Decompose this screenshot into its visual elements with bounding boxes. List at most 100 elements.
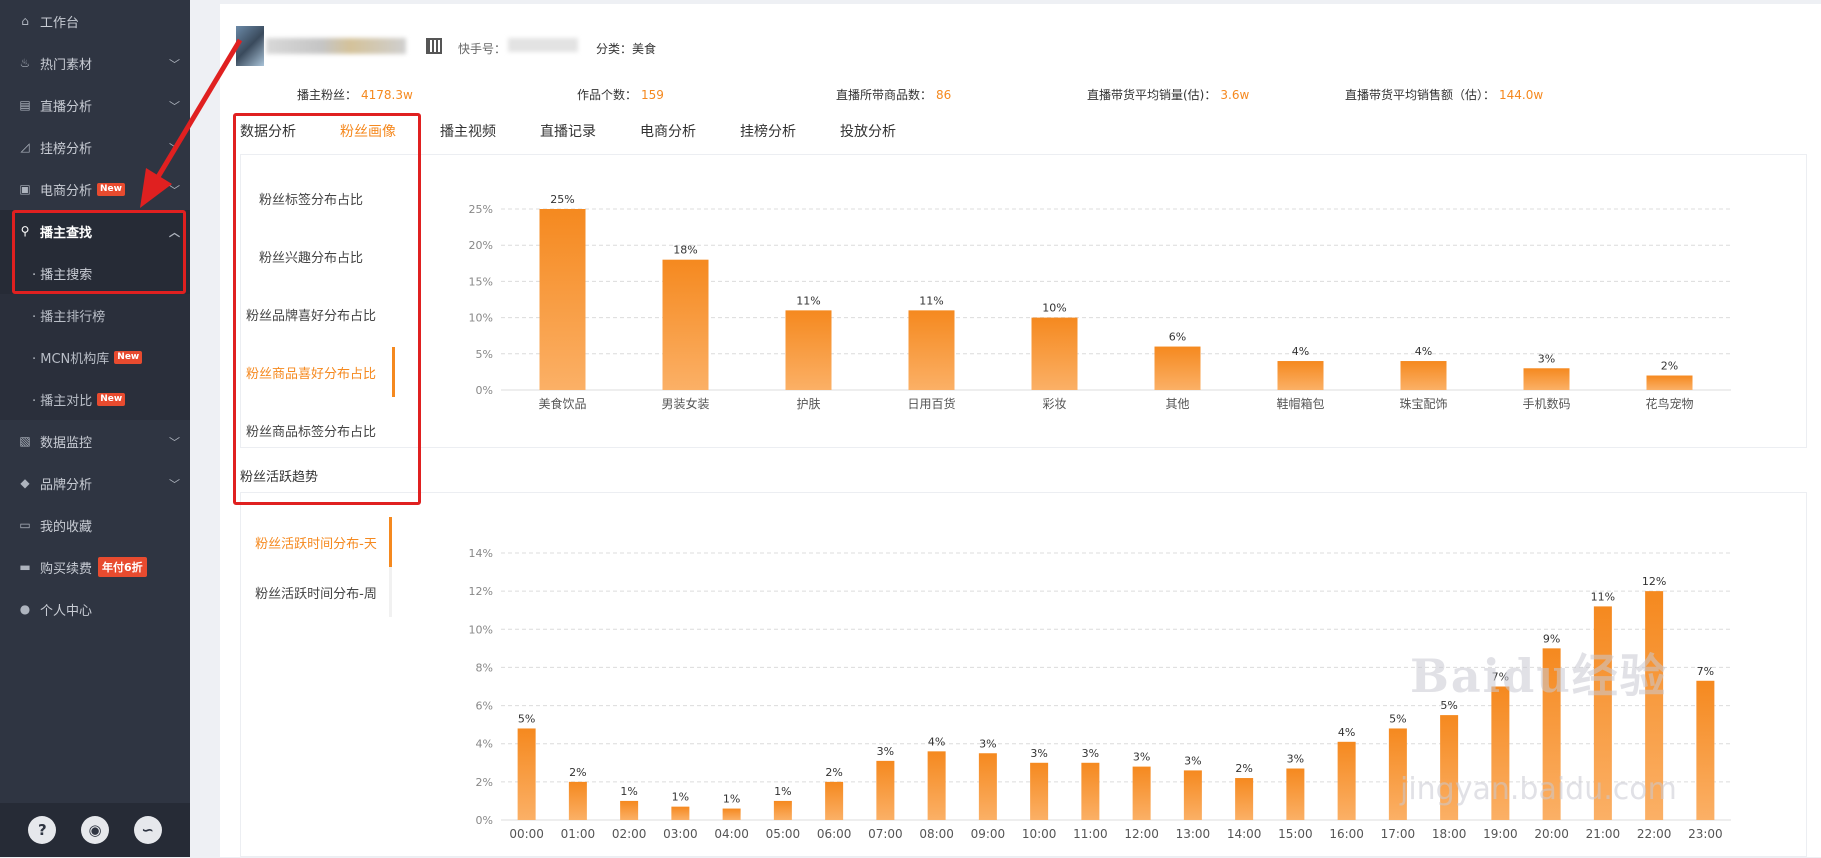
avatar: [236, 26, 264, 66]
sidebar-footer: ? ◉ ∽: [0, 803, 190, 857]
y-tick-label: 12%: [469, 585, 493, 598]
bar-value-label: 3%: [1538, 352, 1555, 365]
bar: [1030, 762, 1049, 820]
inactive-indicator: [389, 567, 392, 617]
activity-menu-item[interactable]: 粉丝活跃时间分布-周: [241, 583, 391, 602]
bar: [671, 806, 690, 820]
sidebar-item[interactable]: ▣ 电商分析 New ﹀: [0, 168, 190, 210]
bar: [722, 808, 741, 820]
stat-avg-revenue: 直播带货平均销售额（估）： 144.0w: [1345, 86, 1543, 103]
stat-label: 直播所带商品数：: [836, 88, 933, 102]
brand-icon: ◆: [20, 476, 30, 490]
flame-icon: ♨: [19, 56, 31, 70]
bar-value-label: 1%: [672, 791, 689, 804]
sidebar-item-label: 购买续费: [40, 561, 93, 577]
bar-value-label: 11%: [1591, 590, 1615, 603]
bar-value-label: 4%: [1415, 345, 1432, 358]
tab[interactable]: 电商分析: [640, 122, 696, 156]
kuaishou-id-label: 快手号：: [458, 42, 507, 56]
chevron-down-icon[interactable]: ﹀: [169, 140, 180, 156]
x-tick-label: 日用百货: [907, 396, 955, 411]
sidebar-item[interactable]: ◿ 挂榜分析 ﹀: [0, 126, 190, 168]
x-tick-label: 11:00: [1073, 827, 1108, 841]
sidebar-subitem[interactable]: · MCN机构库 New: [0, 336, 190, 378]
stat-label: 直播带货平均销售额（估）：: [1345, 88, 1496, 102]
watermark-url: jingyan.baidu.com: [1400, 772, 1677, 807]
bar-value-label: 6%: [1169, 331, 1186, 344]
profile-header: 快手号： 分类：美食: [220, 4, 1821, 82]
blurred-streamer-name: [266, 38, 406, 54]
bar-value-label: 4%: [928, 735, 945, 748]
sidebar-item[interactable]: ▭ 我的收藏: [0, 504, 190, 546]
x-tick-label: 17:00: [1381, 827, 1416, 841]
bar-value-label: 3%: [1030, 747, 1047, 760]
y-tick-label: 0%: [476, 814, 493, 827]
bar: [1286, 768, 1305, 820]
bar: [785, 310, 832, 390]
y-tick-label: 14%: [469, 547, 493, 560]
help-icon[interactable]: ?: [28, 816, 57, 844]
chevron-down-icon[interactable]: ﹀: [169, 182, 180, 198]
bar-value-label: 3%: [1287, 753, 1304, 766]
qr-code-icon[interactable]: [426, 38, 442, 54]
category-label: 分类：: [596, 42, 633, 56]
sidebar-subitem[interactable]: · 播主对比 New: [0, 378, 190, 420]
x-tick-label: 03:00: [663, 827, 698, 841]
bar: [517, 728, 536, 820]
sidebar-item[interactable]: ● 个人中心: [0, 588, 190, 630]
chevron-down-icon[interactable]: ﹀: [169, 56, 180, 72]
sidebar-item-label: 工作台: [40, 15, 80, 31]
bar-value-label: 2%: [569, 766, 586, 779]
bar-value-label: 2%: [1235, 762, 1252, 775]
sidebar-item[interactable]: ♨ 热门素材 ﹀: [0, 42, 190, 84]
tab[interactable]: 挂榜分析: [740, 122, 796, 156]
tab[interactable]: 直播记录: [540, 122, 596, 156]
home-icon: ⌂: [21, 14, 29, 28]
stat-value: 144.0w: [1499, 88, 1544, 102]
sidebar-item[interactable]: ◆ 品牌分析 ﹀: [0, 462, 190, 504]
stat-fans: 播主粉丝： 4178.3w: [297, 86, 413, 103]
x-tick-label: 19:00: [1483, 827, 1518, 841]
chevron-down-icon[interactable]: ﹀: [169, 98, 180, 114]
sidebar-item-label: 热门素材: [40, 57, 93, 73]
bar: [1235, 778, 1254, 820]
badge: 年付6折: [98, 557, 147, 577]
y-tick-label: 6%: [476, 700, 493, 713]
wechat-icon[interactable]: ◉: [80, 816, 109, 844]
chevron-down-icon[interactable]: ﹀: [169, 434, 180, 450]
sidebar-item[interactable]: ▬ 购买续费 年付6折: [0, 546, 190, 588]
monitor-icon: ▧: [19, 434, 31, 448]
sidebar-item[interactable]: ▤ 直播分析 ﹀: [0, 84, 190, 126]
bar: [539, 209, 586, 390]
bar-value-label: 1%: [620, 785, 637, 798]
bar: [1081, 762, 1100, 820]
activity-menu-item[interactable]: 粉丝活跃时间分布-天: [241, 533, 391, 552]
sidebar-item[interactable]: ▧ 数据监控 ﹀: [0, 420, 190, 462]
sidebar-item[interactable]: ⌂ 工作台: [0, 0, 190, 42]
link-icon[interactable]: ∽: [133, 816, 162, 844]
tab[interactable]: 播主视频: [440, 122, 496, 156]
x-tick-label: 01:00: [561, 827, 596, 841]
bar: [773, 800, 792, 820]
x-tick-label: 08:00: [919, 827, 954, 841]
sidebar-item-label: 数据监控: [40, 435, 93, 451]
chevron-down-icon[interactable]: ﹀: [169, 476, 180, 492]
tab[interactable]: 投放分析: [840, 122, 896, 156]
sidebar-subitem[interactable]: · 播主排行榜: [0, 294, 190, 336]
x-tick-label: 21:00: [1586, 827, 1621, 841]
stat-works: 作品个数： 159: [577, 86, 664, 103]
x-tick-label: 18:00: [1432, 827, 1467, 841]
sidebar: ⌂ 工作台 ♨ 热门素材 ﹀ ▤ 直播分析 ﹀ ◿ 挂榜分析 ﹀ ▣ 电商分析 New ﹀ ⚲ 播主查找 ︿ · …: [0, 0, 190, 857]
product-preference-chart: 0% 5% 10% 15% 20% 25% 25% 美食饮品 18% 男装女装 11% 护肤 11% 日用…: [469, 193, 1731, 411]
line-chart-icon: ◿: [20, 140, 30, 154]
x-tick-label: 13:00: [1176, 827, 1211, 841]
bar: [1183, 770, 1202, 820]
stat-avg-sales: 直播带货平均销量(估)： 3.6w: [1087, 86, 1249, 103]
folder-icon: ▭: [19, 518, 31, 532]
stat-label: 播主粉丝：: [297, 88, 358, 102]
x-tick-label: 05:00: [766, 827, 801, 841]
bar-value-label: 4%: [1292, 345, 1309, 358]
blurred-kuaishou-id: [508, 38, 578, 52]
bar-value-label: 11%: [796, 294, 820, 307]
main-content: 快手号： 分类：美食 播主粉丝： 4178.3w 作品个数： 159 直播所带商品数…: [220, 4, 1821, 857]
